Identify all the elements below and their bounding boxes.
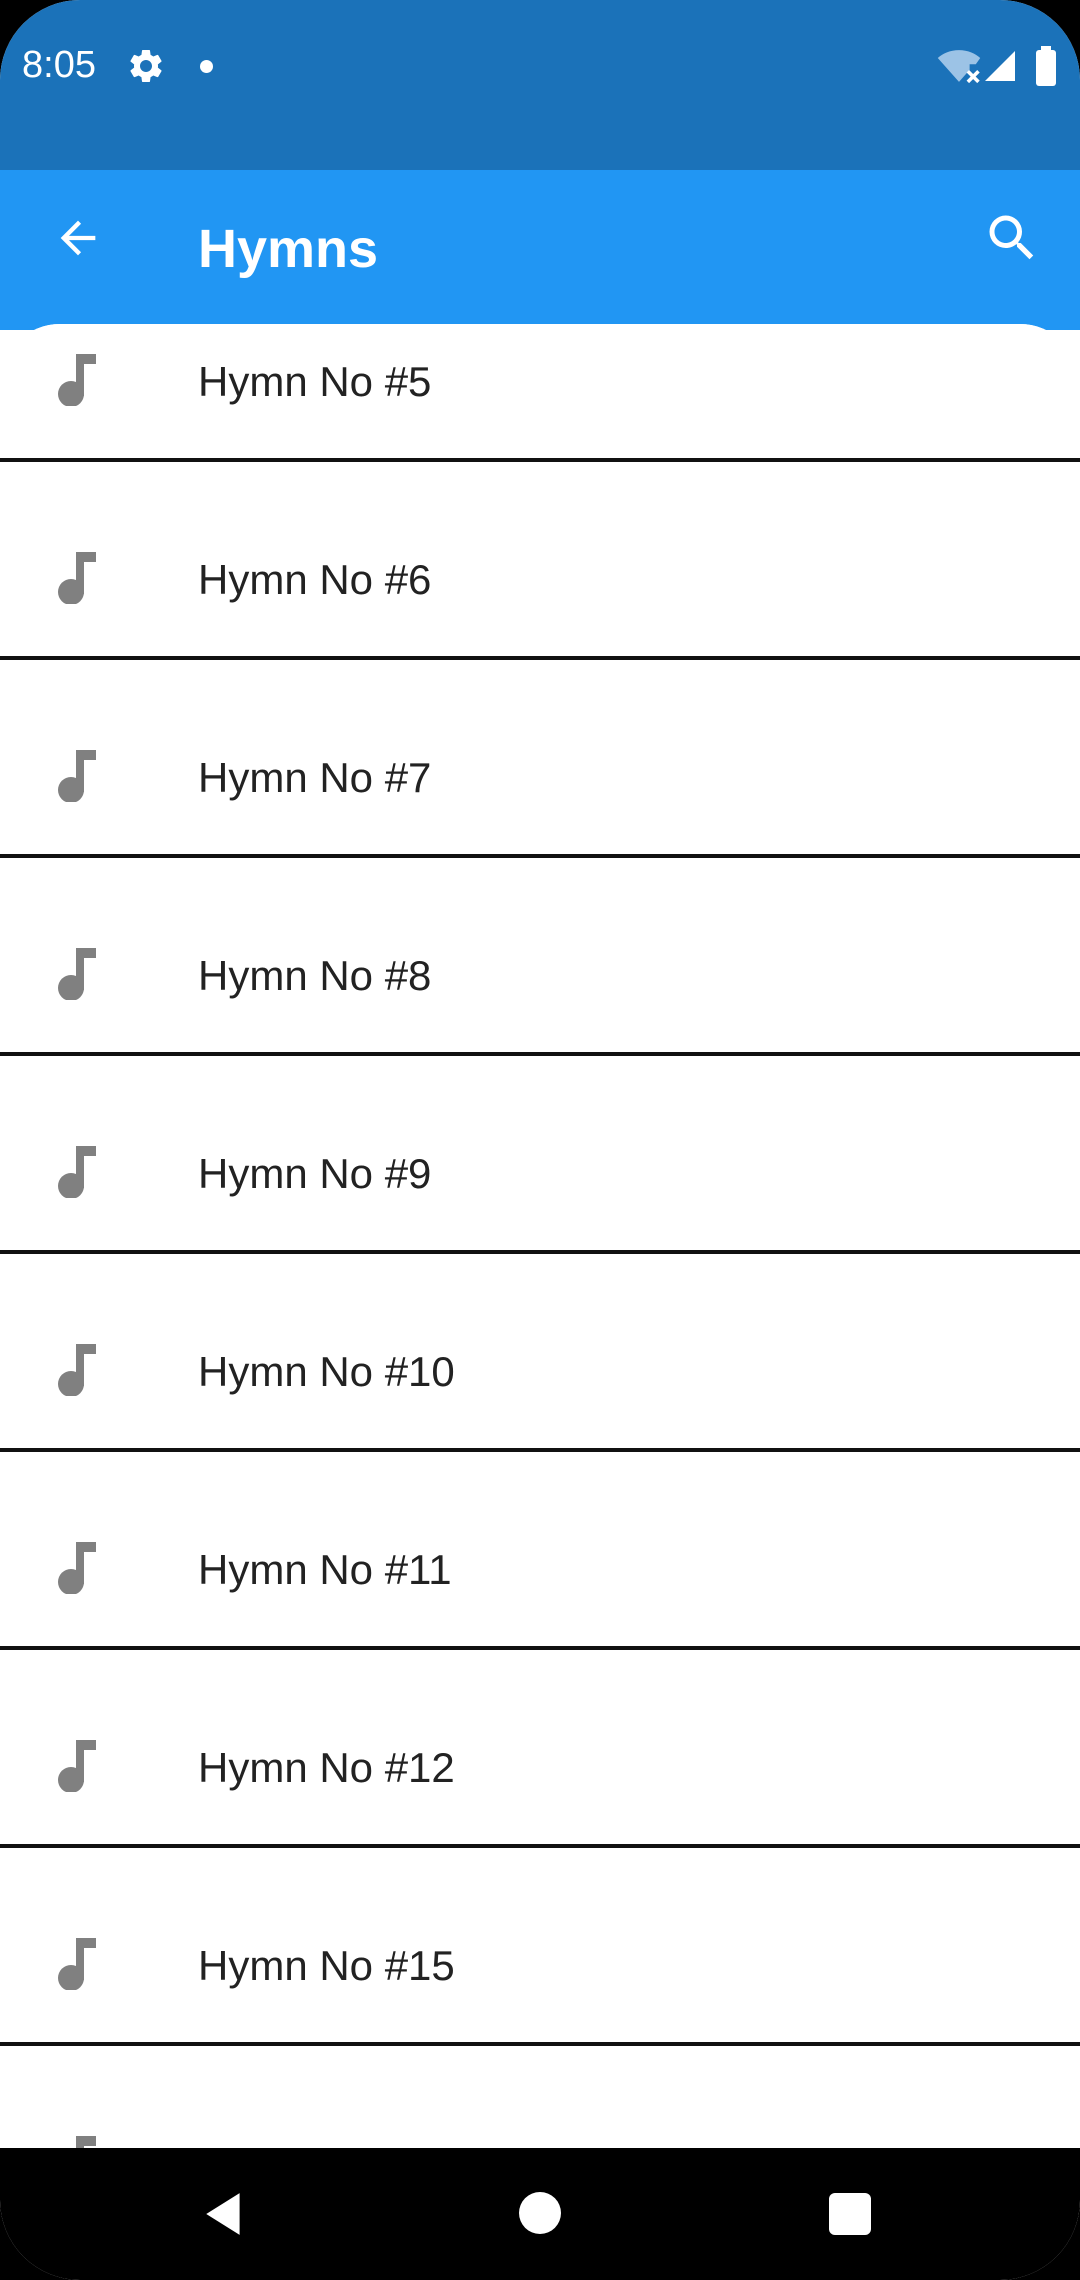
music-note-icon — [56, 750, 96, 803]
arrow-back-icon — [60, 220, 96, 256]
list-item[interactable]: Hymn No #5 — [0, 324, 1080, 462]
list-item[interactable]: Hymn No #10 — [0, 1254, 1080, 1452]
music-note-icon — [56, 1740, 96, 1793]
list-item[interactable]: Hymn No #8 — [0, 858, 1080, 1056]
hymn-title: Hymn No #9 — [198, 1150, 432, 1197]
music-note-icon — [56, 1542, 96, 1595]
music-note-icon — [56, 2136, 96, 2148]
nav-recents-icon[interactable] — [829, 2193, 871, 2235]
music-note-icon — [56, 1146, 96, 1199]
status-time: 8:05 — [22, 44, 96, 86]
list-item[interactable]: Hymn No #12 — [0, 1650, 1080, 1848]
list-item[interactable]: Hymn No #11 — [0, 1452, 1080, 1650]
nav-back-icon[interactable] — [200, 2188, 250, 2240]
gear-icon — [130, 49, 162, 82]
hymn-list[interactable]: Hymn No #5 Hymn No #6 Hymn No #7 Hymn No #8… — [0, 324, 1080, 2148]
hymn-title: Hymn No #7 — [198, 754, 432, 801]
hymn-title: Hymn No #15 — [198, 1942, 455, 1989]
battery-icon — [1036, 46, 1056, 86]
navigation-bar — [0, 2148, 1080, 2280]
search-button[interactable] — [974, 200, 1050, 276]
nav-home-icon[interactable] — [519, 2192, 561, 2234]
wifi-off-icon — [937, 50, 981, 84]
hymn-title: Hymn No #12 — [198, 1744, 455, 1791]
list-item[interactable]: Hymn No #7 — [0, 660, 1080, 858]
phone-screen: 8:05 Hymns Hymn No #5 Hymn No #6 Hymn No… — [0, 0, 1080, 2280]
music-note-icon — [56, 354, 96, 407]
back-button[interactable] — [40, 200, 116, 276]
app-bar: Hymns — [0, 170, 1080, 330]
music-note-icon — [56, 1938, 96, 1991]
list-item[interactable]: Hymn No #9 — [0, 1056, 1080, 1254]
list-item[interactable]: Hymn No #16 — [0, 2046, 1080, 2148]
music-note-icon — [56, 1344, 96, 1397]
list-item[interactable]: Hymn No #15 — [0, 1848, 1080, 2046]
hymn-title: Hymn No #16 — [198, 2140, 455, 2148]
list-item[interactable]: Hymn No #6 — [0, 462, 1080, 660]
hymn-title: Hymn No #6 — [198, 556, 432, 603]
music-note-icon — [56, 948, 96, 1001]
music-note-icon — [56, 552, 96, 605]
hymn-title: Hymn No #10 — [198, 1348, 455, 1395]
hymn-title: Hymn No #11 — [198, 1546, 452, 1593]
cell-signal-icon — [985, 51, 1015, 81]
search-icon — [989, 215, 1034, 260]
status-bar: 8:05 — [0, 0, 1080, 170]
page-title: Hymns — [198, 219, 379, 279]
hymn-title: Hymn No #8 — [198, 952, 432, 999]
notification-dot — [200, 60, 213, 73]
hymn-title: Hymn No #5 — [198, 358, 432, 405]
